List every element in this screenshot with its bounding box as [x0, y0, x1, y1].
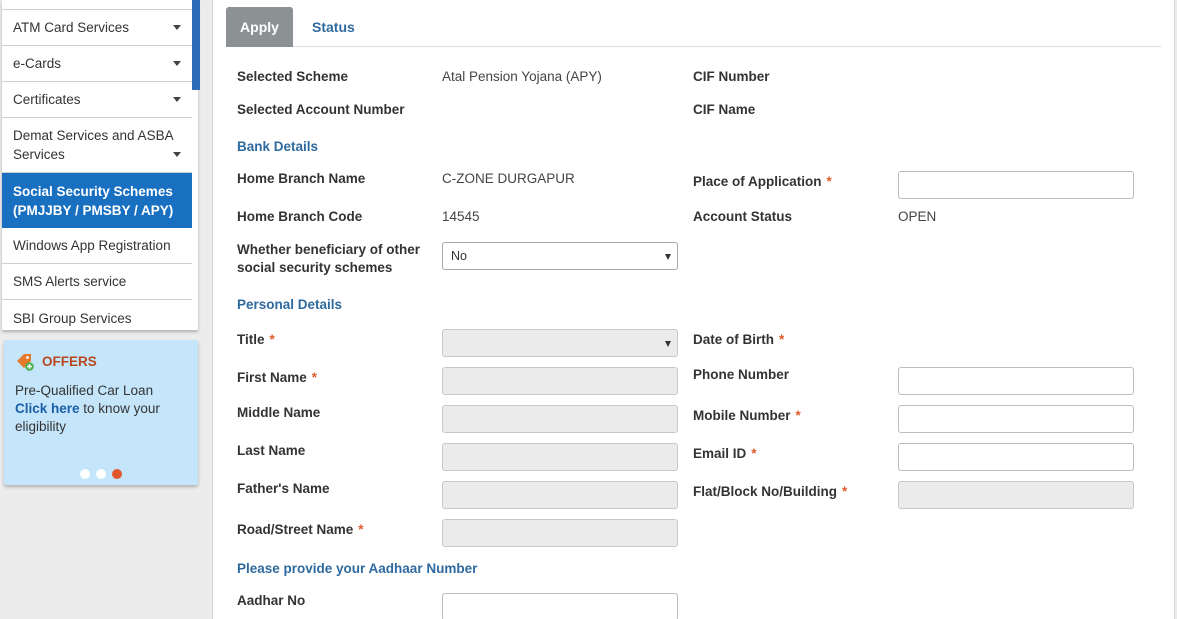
tab-apply[interactable]: Apply [226, 7, 293, 47]
offers-line: Pre-Qualified Car Loan [15, 383, 154, 398]
sidebar-item-label: Social Security Schemes (PMJJBY / PMSBY … [13, 183, 174, 218]
offers-click-here-link[interactable]: Click here [15, 401, 80, 416]
sidebar-item-atm-card-services[interactable]: ATM Card Services [2, 10, 192, 46]
beneficiary-selected-value: No [451, 249, 467, 263]
aadhaar-heading: Please provide your Aadhaar Number [237, 561, 478, 576]
account-status-value: OPEN [898, 209, 937, 224]
main-panel: Apply Status Selected Scheme Atal Pensio… [212, 0, 1175, 619]
menu-item-partial[interactable] [2, 0, 192, 10]
email-id-input[interactable] [898, 443, 1134, 471]
sidebar-item-sms-alerts[interactable]: SMS Alerts service [2, 264, 192, 300]
sidebar-scrollbar[interactable] [192, 0, 200, 90]
selected-account-label: Selected Account Number [237, 102, 405, 117]
last-name-input[interactable] [442, 443, 678, 471]
home-branch-name-value: C-ZONE DURGAPUR [442, 171, 575, 186]
phone-number-input[interactable] [898, 367, 1134, 395]
beneficiary-label: Whether beneficiary of other social secu… [237, 242, 421, 275]
personal-details-heading: Personal Details [237, 297, 343, 312]
sidebar-item-e-cards[interactable]: e-Cards [2, 46, 192, 82]
label-text: Email ID [693, 446, 747, 461]
sidebar-item-demat-services[interactable]: Demat Services and ASBA Services [2, 118, 192, 173]
required-mark: * [358, 522, 364, 537]
sidebar-item-label: SBI Group Services [13, 310, 132, 326]
beneficiary-select[interactable]: No [442, 242, 678, 270]
offers-box: OFFERS Pre-Qualified Car Loan Click here… [4, 340, 198, 485]
flat-block-input[interactable] [898, 481, 1134, 509]
carousel-dot[interactable] [80, 469, 90, 479]
chevron-down-icon [173, 97, 181, 102]
carousel-dot-active[interactable] [112, 469, 122, 479]
offers-title: OFFERS [42, 354, 97, 369]
date-of-birth-label: Date of Birth * [693, 331, 784, 349]
fathers-name-label: Father's Name [237, 481, 330, 496]
required-mark: * [751, 446, 757, 461]
bank-details-heading: Bank Details [237, 139, 319, 154]
required-mark: * [795, 408, 801, 423]
aadhar-no-input[interactable] [442, 593, 678, 619]
chevron-down-icon [173, 25, 181, 30]
required-mark: * [826, 174, 832, 189]
required-mark: * [311, 370, 318, 385]
first-name-input[interactable] [442, 367, 678, 395]
sidebar-item-label: SMS Alerts service [13, 274, 127, 289]
first-name-label: First Name * [237, 369, 317, 387]
selected-scheme-label: Selected Scheme [237, 69, 349, 84]
chevron-down-icon [173, 152, 181, 157]
sidebar-item-label: Certificates [13, 92, 81, 107]
middle-name-label: Middle Name [237, 405, 321, 420]
road-street-label: Road/Street Name * [237, 521, 364, 539]
tab-bar: Apply Status [226, 7, 1161, 47]
last-name-label: Last Name [237, 443, 306, 458]
label-text: Mobile Number [693, 408, 791, 423]
aadhar-no-label: Aadhar No [237, 593, 306, 608]
sidebar-item-sbi-group-services[interactable]: SBI Group Services [2, 300, 192, 330]
label-text: Title [237, 332, 265, 347]
email-id-label: Email ID * [693, 445, 757, 463]
place-of-application-input[interactable] [898, 171, 1134, 199]
cif-number-label: CIF Number [693, 69, 770, 84]
sidebar-item-label: e-Cards [13, 56, 62, 71]
sidebar-menu: ATM Card Services e-Cards Certificates D… [2, 0, 200, 330]
title-select[interactable] [442, 329, 678, 357]
mobile-number-input[interactable] [898, 405, 1134, 433]
sidebar-item-social-security-schemes[interactable]: Social Security Schemes (PMJJBY / PMSBY … [2, 173, 192, 228]
offers-text: Pre-Qualified Car Loan Click here to kno… [15, 382, 190, 436]
sidebar-item-certificates[interactable]: Certificates [2, 82, 192, 118]
label-text: Place of Application [693, 174, 822, 189]
label-text: Flat/Block No/Building [693, 484, 837, 499]
sidebar-item-label: ATM Card Services [13, 20, 130, 35]
home-branch-name-label: Home Branch Name [237, 171, 366, 186]
required-mark: * [779, 332, 785, 347]
label-text: Date of Birth [693, 332, 774, 347]
sidebar-item-label: Demat Services and ASBA Services [13, 128, 173, 162]
mobile-number-label: Mobile Number * [693, 407, 801, 425]
home-branch-code-label: Home Branch Code [237, 209, 363, 224]
fathers-name-input[interactable] [442, 481, 678, 509]
road-street-input[interactable] [442, 519, 678, 547]
sidebar-item-windows-app-registration[interactable]: Windows App Registration [2, 228, 192, 264]
place-of-application-label: Place of Application * [693, 173, 832, 191]
chevron-down-icon [173, 61, 181, 66]
phone-number-label: Phone Number [693, 367, 790, 382]
carousel-dot[interactable] [96, 469, 106, 479]
home-branch-code-value: 14545 [442, 209, 480, 224]
middle-name-input[interactable] [442, 405, 678, 433]
account-status-label: Account Status [693, 209, 793, 224]
selected-scheme-value: Atal Pension Yojana (APY) [442, 69, 602, 84]
required-mark: * [842, 484, 848, 499]
tab-status[interactable]: Status [312, 7, 355, 47]
label-text: First Name [237, 370, 307, 385]
title-label: Title * [237, 331, 275, 349]
required-mark: * [269, 332, 275, 347]
label-text: Road/Street Name [237, 522, 354, 537]
dropdown-arrow-icon [665, 341, 671, 347]
sidebar-item-label: Windows App Registration [13, 238, 171, 253]
cif-name-label: CIF Name [693, 102, 756, 117]
offer-tag-icon [17, 354, 34, 371]
dropdown-arrow-icon [665, 254, 671, 260]
carousel-dots [80, 469, 122, 479]
flat-block-label: Flat/Block No/Building * [693, 483, 847, 501]
